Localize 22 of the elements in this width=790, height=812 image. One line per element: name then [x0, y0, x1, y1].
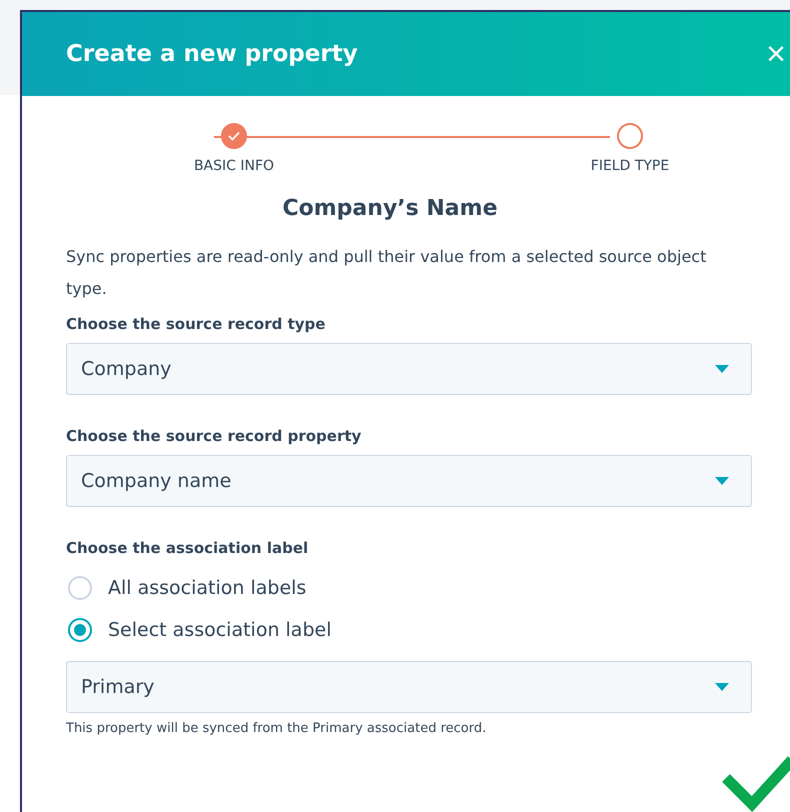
radio-label: All association labels	[108, 577, 306, 599]
field-label: Choose the source record property	[66, 427, 362, 445]
radio-option[interactable]: Select association label	[66, 609, 714, 651]
caret-icon	[715, 365, 729, 373]
radio-button[interactable]	[68, 576, 92, 600]
caret-icon	[715, 477, 729, 485]
check-icon	[720, 756, 790, 812]
heading: Company’s Name	[282, 196, 498, 221]
select-field[interactable]: Company	[66, 343, 752, 395]
field-label: Choose the source record type	[66, 315, 326, 333]
radio-label: Select association label	[108, 619, 332, 641]
radio-button[interactable]	[68, 618, 92, 642]
step-label: BASIC INFO	[194, 158, 274, 174]
select-field[interactable]: Company name	[66, 455, 752, 507]
field-label: Choose the association label	[66, 539, 310, 557]
caret-icon	[715, 683, 729, 691]
step-label: FIELD TYPE	[590, 158, 670, 174]
select-field[interactable]: Primary	[66, 661, 752, 713]
help-text: This property will be synced from the Primary associated record.	[66, 721, 488, 736]
description: Sync properties are read-only and pull their value from a selected source object type.	[66, 246, 708, 300]
dialog-title: Create a new property	[66, 41, 358, 67]
radio-option[interactable]: All association labels	[66, 567, 714, 609]
